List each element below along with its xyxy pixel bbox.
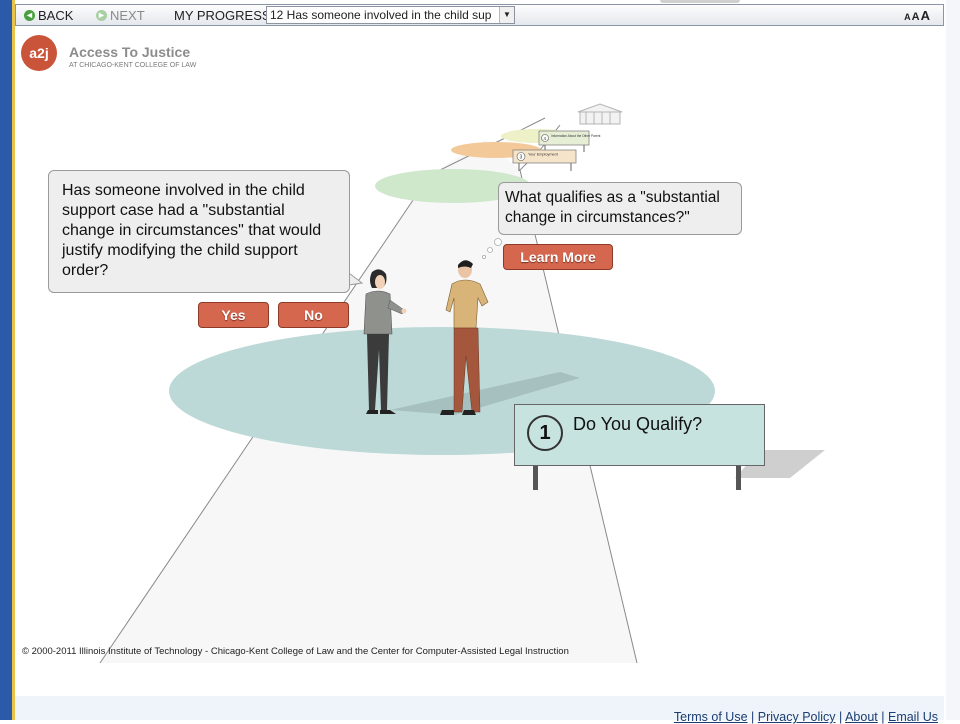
terms-link[interactable]: Terms of Use	[674, 710, 748, 724]
thought-dot-small	[481, 254, 486, 259]
footer-separator: |	[839, 710, 843, 724]
footer-links: Terms of Use | Privacy Policy | About | …	[674, 710, 938, 724]
info-bubble: What qualifies as a "substantial change …	[498, 182, 742, 235]
no-button[interactable]: No	[278, 302, 349, 328]
path-scene: 4 Information About the Other Parent 3 Y…	[99, 103, 825, 664]
copyright-text: © 2000-2011 Illinois Institute of Techno…	[22, 646, 569, 657]
thought-dot-large	[494, 238, 502, 246]
info-text: What qualifies as a "substantial change …	[505, 189, 720, 226]
sign-post-right	[736, 466, 741, 490]
email-link[interactable]: Email Us	[888, 710, 938, 724]
courthouse-icon	[577, 103, 623, 125]
path-sign-3-label: Your Employment	[528, 153, 559, 157]
about-link[interactable]: About	[845, 710, 878, 724]
footer-separator: |	[751, 710, 755, 724]
step-title: Do You Qualify?	[573, 414, 703, 434]
privacy-link[interactable]: Privacy Policy	[758, 710, 836, 724]
path-sign-4-label: Information About the Other Parent	[551, 134, 601, 138]
thought-dot-medium	[487, 247, 493, 253]
step-sign: 1 Do You Qualify?	[514, 404, 765, 466]
yes-button[interactable]: Yes	[198, 302, 269, 328]
learn-more-button[interactable]: Learn More	[503, 244, 613, 270]
path-sign-3-number: 3	[520, 155, 523, 161]
step-number: 1	[527, 415, 563, 451]
question-bubble: Has someone involved in the child suppor…	[48, 170, 350, 293]
sign-post-left	[533, 466, 538, 490]
question-text: Has someone involved in the child suppor…	[62, 182, 322, 279]
footer-separator: |	[881, 710, 885, 724]
